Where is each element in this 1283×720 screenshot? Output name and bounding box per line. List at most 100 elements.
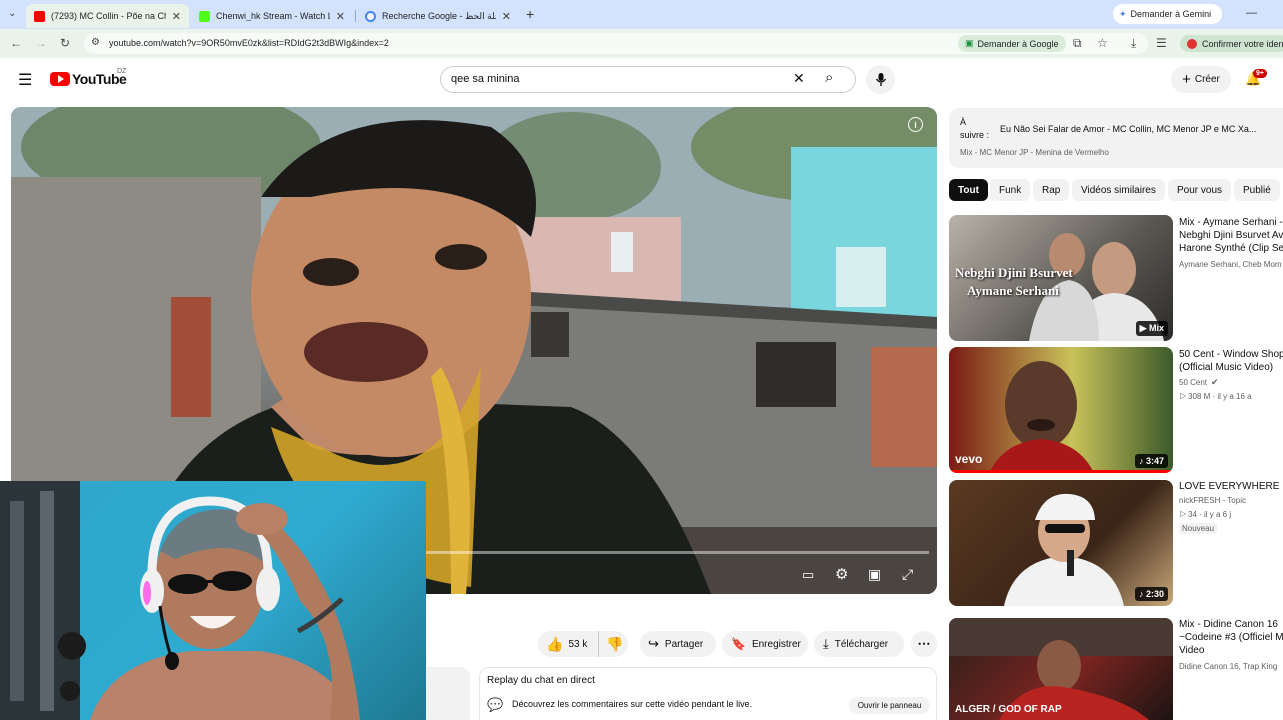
chip-all[interactable]: Tout	[949, 179, 988, 201]
url-text[interactable]: youtube.com/watch?v=9OR50mvE0zk&list=RDI…	[109, 38, 389, 48]
music-note-icon: ♪	[1138, 589, 1146, 599]
search-icon[interactable]: ⌕	[825, 69, 833, 86]
create-button[interactable]: + Créer	[1171, 66, 1231, 93]
share-button[interactable]: ↪ Partager	[640, 631, 716, 657]
bookmark-icon: 🔖	[731, 637, 746, 651]
confirm-identity-label: Confirmer votre identi	[1202, 38, 1283, 49]
thumbnail-caption-line1: Nebghi Djini Bsurvet	[955, 265, 1073, 280]
like-count: 53 k	[568, 638, 588, 650]
browser-tab-strip: ⌄ (7293) MC Collin - Põe na Chap ✕ Chenw…	[0, 0, 1283, 29]
gemini-sparkle-icon: ✦	[1119, 8, 1127, 19]
back-icon[interactable]: ←	[10, 36, 22, 50]
close-tab-icon[interactable]: ✕	[502, 10, 511, 23]
chip-rap[interactable]: Rap	[1033, 179, 1070, 201]
download-button[interactable]: ⤓ Télécharger	[814, 631, 904, 657]
video-title-line[interactable]: Video	[1179, 644, 1283, 657]
video-title-line[interactable]: LOVE EVERYWHERE	[1179, 480, 1283, 493]
reload-icon[interactable]: ↻	[60, 36, 70, 50]
video-thumbnail[interactable]: vevo ♪ 3:47	[949, 347, 1173, 473]
close-tab-icon[interactable]: ✕	[336, 10, 345, 23]
clear-search-icon[interactable]: ✕	[793, 70, 805, 87]
chip-funk[interactable]: Funk	[990, 179, 1031, 201]
more-actions-button[interactable]: ⋯	[911, 631, 937, 657]
video-info-icon[interactable]: i	[908, 117, 923, 132]
install-app-icon[interactable]: ⧉	[1073, 36, 1082, 51]
open-panel-label: Ouvrir le panneau	[857, 701, 922, 710]
video-thumbnail[interactable]: Nebghi Djini Bsurvet Aymane Serhani ▶︎ M…	[949, 215, 1173, 341]
video-channel[interactable]: Didine Canon 16, Trap King	[1179, 662, 1283, 671]
confirm-identity-button[interactable]: Confirmer votre identi	[1180, 35, 1283, 52]
tab-search-icon[interactable]: ⌄	[8, 8, 16, 19]
video-channel[interactable]: Aymane Serhani, Cheb Mom	[1179, 260, 1283, 269]
mix-badge: ▶︎ Mix	[1135, 321, 1168, 336]
video-channel[interactable]: nickFRESH - Topic	[1179, 496, 1283, 505]
dislike-button[interactable]: 👎	[598, 631, 628, 657]
create-label: Créer	[1194, 74, 1220, 85]
like-button[interactable]: 👍 53 k	[538, 631, 598, 657]
plus-icon: +	[1182, 71, 1191, 88]
video-title-line[interactable]: ~Codeine #3 (Officiel M	[1179, 631, 1283, 644]
chip-similar-videos[interactable]: Vidéos similaires	[1072, 179, 1165, 201]
reading-list-icon[interactable]: ☰	[1156, 36, 1167, 50]
chip-published[interactable]: Publié	[1234, 179, 1280, 201]
video-title-line[interactable]: 50 Cent - Window Shopp	[1179, 348, 1283, 361]
kick-favicon-icon	[199, 10, 210, 22]
fullscreen-icon[interactable]: ⤢	[902, 566, 913, 583]
ask-google-label: Demander à Google	[977, 38, 1059, 49]
tab-title: (7293) MC Collin - Põe na Chap	[51, 11, 166, 21]
open-panel-button[interactable]: Ouvrir le panneau	[849, 697, 930, 714]
bookmark-star-icon[interactable]: ☆	[1097, 36, 1108, 50]
chip-for-you[interactable]: Pour vous	[1168, 179, 1232, 201]
minimize-window-icon[interactable]: —	[1246, 7, 1257, 19]
video-thumbnail[interactable]: ♪ 2:30	[949, 480, 1173, 606]
video-stats: 308 M · il y a 16 a	[1188, 392, 1252, 401]
video-title-line[interactable]: Mix - Didine Canon 16	[1179, 618, 1283, 631]
thumbs-down-icon: 👎	[606, 635, 624, 652]
search-query-text: qee sa minina	[451, 73, 520, 85]
tab-google-search[interactable]: Recherche Google - عجلة الحظ ✕	[357, 4, 519, 28]
close-tab-icon[interactable]: ✕	[172, 10, 181, 23]
views-icon: ▷	[1180, 391, 1187, 400]
miniplayer-icon[interactable]: ▣	[868, 566, 881, 583]
tab-kick-stream[interactable]: Chenwi_hk Stream - Watch Live ✕	[191, 4, 353, 28]
up-next-card[interactable]	[949, 108, 1283, 168]
video-title-line[interactable]: Mix - Aymane Serhani -	[1179, 216, 1283, 229]
forward-icon[interactable]: →	[35, 36, 47, 50]
save-button[interactable]: 🔖 Enregistrer	[722, 631, 808, 657]
up-next-label-line2: suivre :	[960, 130, 990, 140]
save-label: Enregistrer	[751, 638, 801, 650]
downloads-icon[interactable]: ⤓	[1131, 36, 1136, 51]
menu-icon[interactable]: ☰	[18, 70, 32, 90]
youtube-logo[interactable]: YouTube	[50, 71, 127, 87]
watched-progress-bar	[949, 470, 1173, 473]
playlist-icon: ▶︎	[1139, 323, 1149, 333]
views-icon: ▷	[1180, 509, 1187, 518]
settings-gear-icon[interactable]: ⚙	[835, 565, 848, 583]
video-title-line[interactable]: Harone Synthé (Clip Sel	[1179, 242, 1283, 255]
live-chat-title: Replay du chat en direct	[487, 675, 595, 686]
chat-bubble-icon: 💬	[487, 697, 504, 712]
duration-badge: ♪ 3:47	[1134, 454, 1168, 468]
duration-label: 2:30	[1145, 589, 1164, 599]
new-tab-icon[interactable]: +	[526, 6, 534, 22]
video-channel[interactable]: 50 Cent	[1179, 378, 1209, 387]
tab-separator	[355, 10, 356, 22]
voice-search-button[interactable]	[866, 65, 895, 94]
duration-label: 3:47	[1145, 456, 1164, 466]
video-thumbnail[interactable]: ALGER / GOD OF RAP	[949, 618, 1173, 720]
tab-youtube[interactable]: (7293) MC Collin - Põe na Chap ✕	[26, 4, 189, 28]
youtube-play-icon	[50, 72, 70, 86]
video-title-line[interactable]: Nebghi Djini Bsurvet Ave	[1179, 229, 1283, 242]
live-chat-description: Découvrez les commentaires sur cette vid…	[512, 699, 753, 709]
ask-google-button[interactable]: ▣ Demander à Google	[958, 35, 1066, 52]
subtitles-icon[interactable]: ▭	[802, 567, 814, 583]
lens-icon: ▣	[965, 38, 974, 48]
verified-icon: ✔	[1211, 377, 1219, 387]
description-box[interactable]	[426, 667, 470, 720]
video-title-line[interactable]: (Official Music Video)	[1179, 361, 1283, 374]
country-code: DZ	[117, 68, 127, 75]
site-info-icon[interactable]: ⚙	[91, 37, 100, 48]
gemini-button[interactable]: ✦ Demander à Gemini	[1113, 4, 1222, 24]
share-arrow-icon: ↪	[648, 636, 659, 651]
download-icon: ⤓	[823, 636, 829, 651]
